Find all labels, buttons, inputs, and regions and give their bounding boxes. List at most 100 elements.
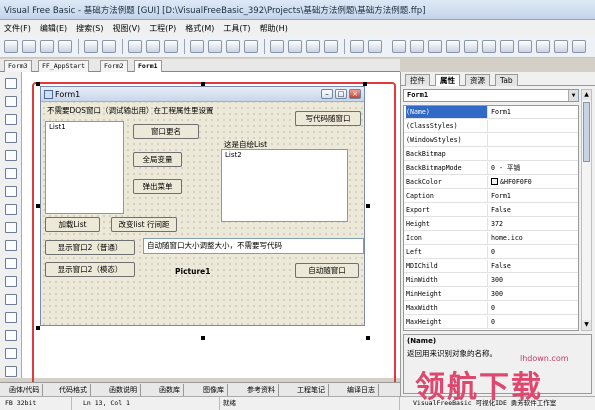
window-icon[interactable]	[482, 40, 496, 53]
tab-ff-appstart[interactable]: FF_AppStart	[38, 60, 90, 72]
property-row[interactable]: MinHeight 300	[404, 288, 578, 301]
copy-icon[interactable]	[146, 40, 160, 53]
image-tool-icon[interactable]	[5, 294, 17, 305]
info-icon[interactable]	[572, 40, 586, 53]
align-bottom-icon[interactable]	[288, 40, 302, 53]
maximize-icon[interactable]: □	[335, 89, 347, 99]
menu-search[interactable]: 搜索(S)	[76, 23, 103, 34]
property-row[interactable]: Left 0	[404, 246, 578, 259]
checkbox-tool-icon[interactable]	[5, 150, 17, 161]
open-folder-icon[interactable]	[40, 40, 54, 53]
radio-tool-icon[interactable]	[5, 168, 17, 179]
tab-properties[interactable]: 属性	[435, 74, 460, 86]
property-value[interactable]	[491, 134, 578, 146]
compile-icon[interactable]	[518, 40, 532, 53]
frame-tool-icon[interactable]	[5, 186, 17, 197]
tab-function-code[interactable]: 函体/代码	[6, 384, 44, 396]
export-icon[interactable]	[536, 40, 550, 53]
resize-handle[interactable]	[201, 336, 205, 340]
property-row[interactable]: MaxWidth 0	[404, 302, 578, 315]
property-row[interactable]: BackBitmap	[404, 148, 578, 161]
property-value[interactable]	[491, 148, 578, 160]
tab-form2[interactable]: Form2	[100, 60, 128, 72]
chevron-down-icon[interactable]: ▼	[568, 90, 578, 101]
property-row[interactable]: (ClassStyles)	[404, 120, 578, 133]
property-value[interactable]: 0	[491, 316, 578, 328]
resize-handle[interactable]	[36, 204, 40, 208]
load-list-button[interactable]: 加载List	[45, 217, 100, 232]
picture-tool-icon[interactable]	[5, 240, 17, 251]
property-value[interactable]: 300	[491, 288, 578, 300]
pointer-icon[interactable]	[5, 78, 17, 89]
lock-icon[interactable]	[446, 40, 460, 53]
textbox-tool-icon[interactable]	[5, 114, 17, 125]
property-row[interactable]: Export False	[404, 204, 578, 217]
progress-tool-icon[interactable]	[5, 312, 17, 323]
property-value[interactable]	[491, 120, 578, 132]
close-icon[interactable]: ×	[349, 89, 361, 99]
property-value[interactable]: &HF0F0F0	[491, 176, 578, 188]
align-top-icon[interactable]	[270, 40, 284, 53]
tab-function-library[interactable]: 函数库	[156, 384, 184, 396]
property-value[interactable]: 0	[491, 246, 578, 258]
menu-view[interactable]: 视图(V)	[112, 23, 140, 34]
layout-icon[interactable]	[428, 40, 442, 53]
global-variable-button[interactable]: 全局变量	[133, 152, 182, 167]
resize-handle[interactable]	[363, 82, 367, 86]
menu-help[interactable]: 帮助(H)	[260, 23, 288, 34]
show-form2-modal-button[interactable]: 显示窗口2（模态）	[45, 262, 135, 277]
property-row[interactable]: MaxHeight 0	[404, 316, 578, 329]
property-row[interactable]: (Name) Form1	[404, 106, 578, 119]
property-row[interactable]: (WindowStyles)	[404, 134, 578, 147]
auto-resize-textbox[interactable]: 自动随窗口大小调整大小，不需要写代码	[143, 238, 364, 254]
listbox-tool-icon[interactable]	[5, 204, 17, 215]
property-value[interactable]: 372	[491, 218, 578, 230]
menu-file[interactable]: 文件(F)	[4, 23, 31, 34]
resize-handle[interactable]	[201, 82, 205, 86]
align-center-icon[interactable]	[244, 40, 258, 53]
change-list-spacing-button[interactable]: 改变list 行间距	[111, 217, 177, 232]
menu-tools[interactable]: 工具(T)	[223, 23, 250, 34]
stop-icon[interactable]	[368, 40, 382, 53]
timer-tool-icon[interactable]	[5, 258, 17, 269]
property-value[interactable]: home.ico	[491, 232, 578, 244]
debug-icon[interactable]	[500, 40, 514, 53]
cut-icon[interactable]	[128, 40, 142, 53]
tab-tab[interactable]: Tab	[495, 74, 518, 86]
scrollbar-tool-icon[interactable]	[5, 276, 17, 287]
property-value[interactable]: 0 - 平铺	[491, 162, 578, 174]
menu-edit[interactable]: 编辑(E)	[40, 23, 67, 34]
property-value[interactable]: 300	[491, 274, 578, 286]
scroll-thumb[interactable]	[583, 102, 590, 162]
tab-image-library[interactable]: 图像库	[200, 384, 228, 396]
property-row[interactable]: Height 372	[404, 218, 578, 231]
resize-handle[interactable]	[366, 336, 370, 340]
same-height-icon[interactable]	[324, 40, 338, 53]
button-tool-icon[interactable]	[5, 132, 17, 143]
tab-resources[interactable]: 资源	[465, 74, 490, 86]
window-resize-button[interactable]: 窗口更名	[133, 124, 199, 139]
run-icon[interactable]	[350, 40, 364, 53]
resize-handle[interactable]	[366, 204, 370, 208]
write-code-window-button[interactable]: 写代码随窗口	[295, 111, 361, 126]
object-selector[interactable]: Form1 ▼	[403, 89, 579, 102]
tab-project-notes[interactable]: 工程笔记	[294, 384, 329, 396]
property-value[interactable]: False	[491, 260, 578, 272]
property-value[interactable]: False	[491, 204, 578, 216]
new-project-icon[interactable]	[22, 40, 36, 53]
settings-icon[interactable]	[392, 40, 406, 53]
scroll-down-icon[interactable]: ▼	[582, 320, 591, 330]
tab-reference[interactable]: 参考资料	[244, 384, 279, 396]
tree-tool-icon[interactable]	[5, 348, 17, 359]
combobox-tool-icon[interactable]	[5, 222, 17, 233]
grid-tool-icon[interactable]	[5, 366, 17, 377]
save-icon[interactable]	[58, 40, 72, 53]
property-row[interactable]: MinWidth 300	[404, 274, 578, 287]
property-scrollbar[interactable]: ▲ ▼	[581, 89, 592, 331]
tab-controls[interactable]: 控件	[405, 74, 430, 86]
same-width-icon[interactable]	[306, 40, 320, 53]
new-file-icon[interactable]	[4, 40, 18, 53]
align-left-icon[interactable]	[226, 40, 240, 53]
resize-handle[interactable]	[36, 326, 40, 330]
property-row[interactable]: BackBitmapMode 0 - 平铺	[404, 162, 578, 175]
